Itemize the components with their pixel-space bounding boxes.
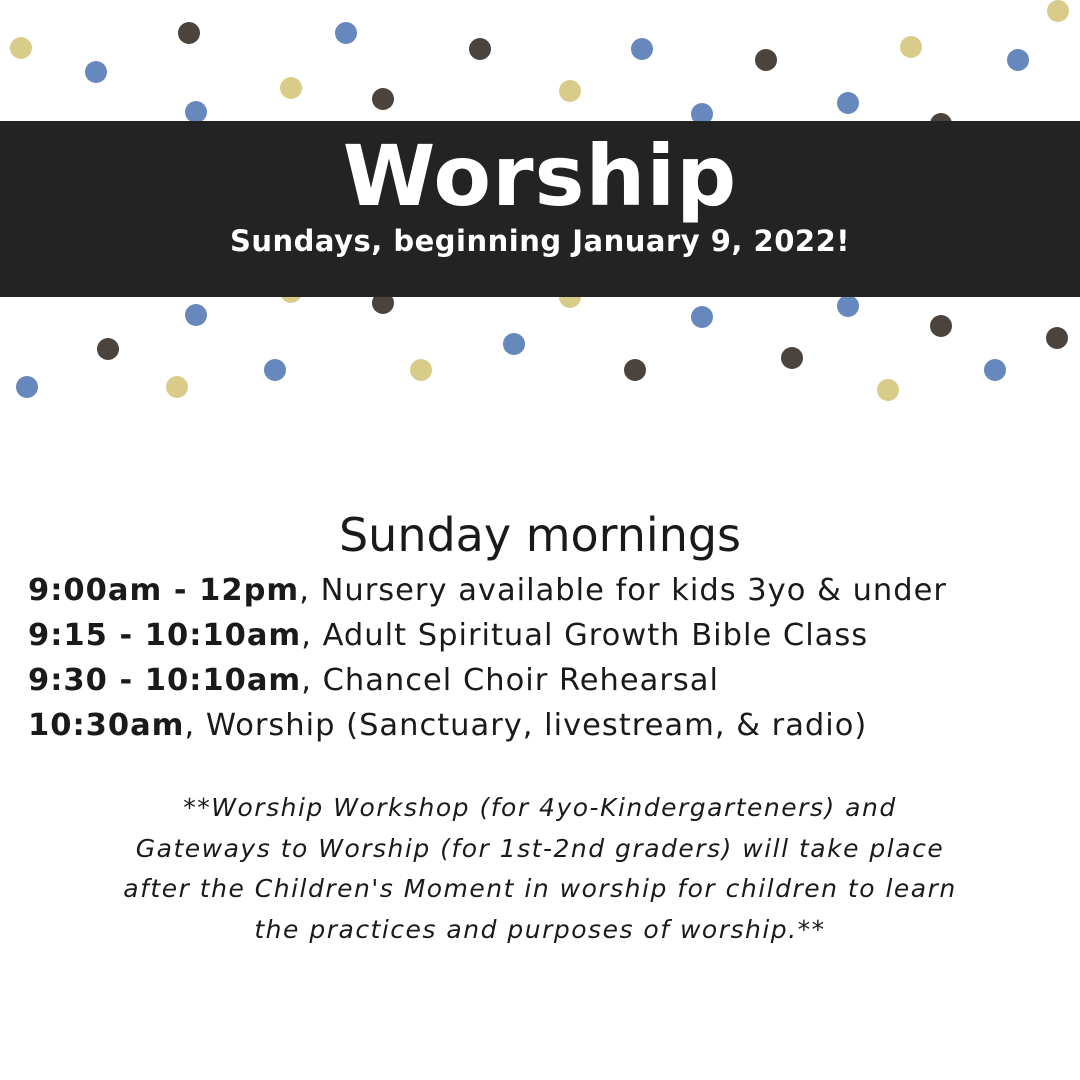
schedule-time: 9:30 - 10:10am <box>28 663 302 698</box>
decorative-dot <box>85 61 107 83</box>
decorative-dot <box>900 36 922 58</box>
decorative-dot <box>559 80 581 102</box>
decorative-dot <box>185 304 207 326</box>
decorative-dot <box>16 376 38 398</box>
schedule-description: , Worship (Sanctuary, livestream, & radi… <box>184 708 868 743</box>
schedule-time: 10:30am <box>28 708 185 743</box>
decorative-dot <box>469 38 491 60</box>
schedule-item: 9:30 - 10:10am, Chancel Choir Rehearsal <box>28 658 1068 703</box>
decorative-dot <box>503 333 525 355</box>
decorative-dot <box>837 295 859 317</box>
decorative-dot <box>335 22 357 44</box>
decorative-dot <box>930 315 952 337</box>
decorative-dot <box>984 359 1006 381</box>
decorative-dot <box>1046 327 1068 349</box>
decorative-dot <box>781 347 803 369</box>
decorative-dot <box>372 88 394 110</box>
decorative-dot <box>166 376 188 398</box>
decorative-dot <box>280 77 302 99</box>
decorative-dot <box>10 37 32 59</box>
section-heading: Sunday mornings <box>338 508 742 562</box>
note-line: after the Children's Moment in worship f… <box>123 874 957 903</box>
decorative-dot <box>1047 0 1069 22</box>
decorative-dot <box>185 101 207 123</box>
page-title: Worship <box>342 127 738 225</box>
note-line: **Worship Workshop (for 4yo-Kindergarten… <box>183 793 897 822</box>
decorative-dot <box>178 22 200 44</box>
schedule-list: 9:00am - 12pm, Nursery available for kid… <box>28 568 1068 748</box>
decorative-dot <box>877 379 899 401</box>
schedule-time: 9:00am - 12pm <box>28 573 300 608</box>
decorative-dot <box>410 359 432 381</box>
schedule-time: 9:15 - 10:10am <box>28 618 302 653</box>
decorative-dot <box>691 306 713 328</box>
schedule-description: , Nursery available for kids 3yo & under <box>299 573 947 608</box>
schedule-item: 10:30am, Worship (Sanctuary, livestream,… <box>28 703 1068 748</box>
page-subtitle: Sundays, beginning January 9, 2022! <box>229 224 850 258</box>
schedule-item: 9:00am - 12pm, Nursery available for kid… <box>28 568 1068 613</box>
note-line: Gateways to Worship (for 1st-2nd graders… <box>135 833 945 863</box>
decorative-dot <box>264 359 286 381</box>
decorative-dot <box>624 359 646 381</box>
schedule-description: , Adult Spiritual Growth Bible Class <box>301 618 869 653</box>
schedule-item: 9:15 - 10:10am, Adult Spiritual Growth B… <box>28 613 1068 658</box>
decorative-dot <box>837 92 859 114</box>
children-programs-note: **Worship Workshop (for 4yo-Kindergarten… <box>20 788 1060 950</box>
note-line: the practices and purposes of worship.** <box>254 914 826 944</box>
decorative-dot <box>1007 49 1029 71</box>
decorative-dot <box>97 338 119 360</box>
decorative-dot <box>755 49 777 71</box>
decorative-dot <box>631 38 653 60</box>
schedule-description: , Chancel Choir Rehearsal <box>301 663 719 698</box>
